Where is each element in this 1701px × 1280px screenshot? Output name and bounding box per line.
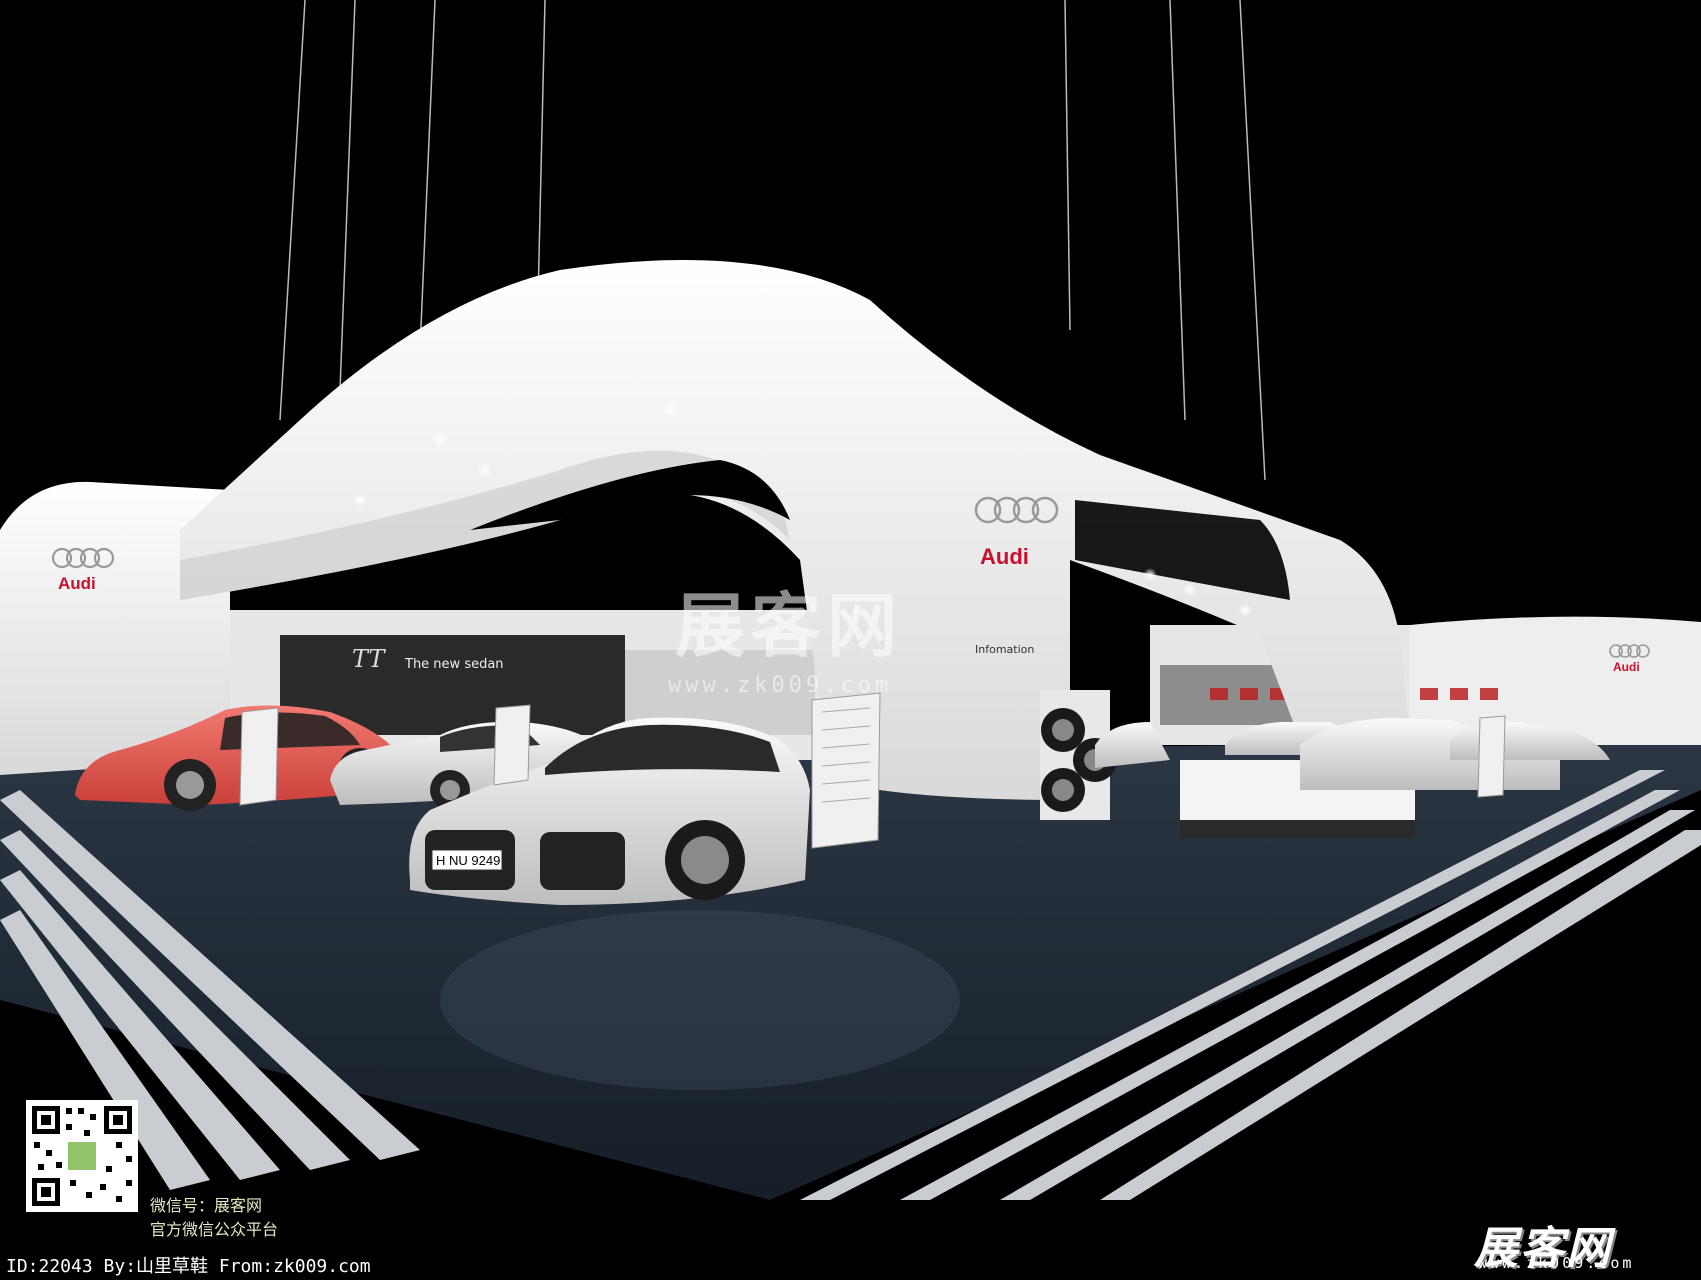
audi-wordmark-pillar: Audi bbox=[980, 544, 1029, 569]
watermark-center-cn: 展客网 bbox=[675, 585, 903, 667]
wechat-platform-text: 官方微信公众平台 bbox=[150, 1220, 279, 1239]
watermark-center-url: www.zk009.com bbox=[668, 673, 893, 698]
audi-wordmark-left-wall: Audi bbox=[58, 574, 96, 593]
information-sign: Infomation bbox=[975, 643, 1035, 656]
wechat-id-text: 微信号：展客网 bbox=[150, 1196, 263, 1215]
tt-tagline: The new sedan bbox=[405, 657, 504, 672]
audi-wordmark-right-wall: Audi bbox=[1613, 660, 1640, 674]
qr-code bbox=[26, 1100, 138, 1212]
tt-model-label: TT bbox=[352, 645, 385, 673]
license-plate-text: H NU 9249 bbox=[436, 853, 500, 868]
watermark-bottom-url: www.zk009.com bbox=[1478, 1254, 1635, 1272]
exhibition-booth-render: H NU 9249 Audi Audi Audi TT The new seda… bbox=[0, 0, 1701, 1277]
image-credit: ID:22043 By:山里草鞋 From:zk009.com bbox=[6, 1256, 371, 1277]
